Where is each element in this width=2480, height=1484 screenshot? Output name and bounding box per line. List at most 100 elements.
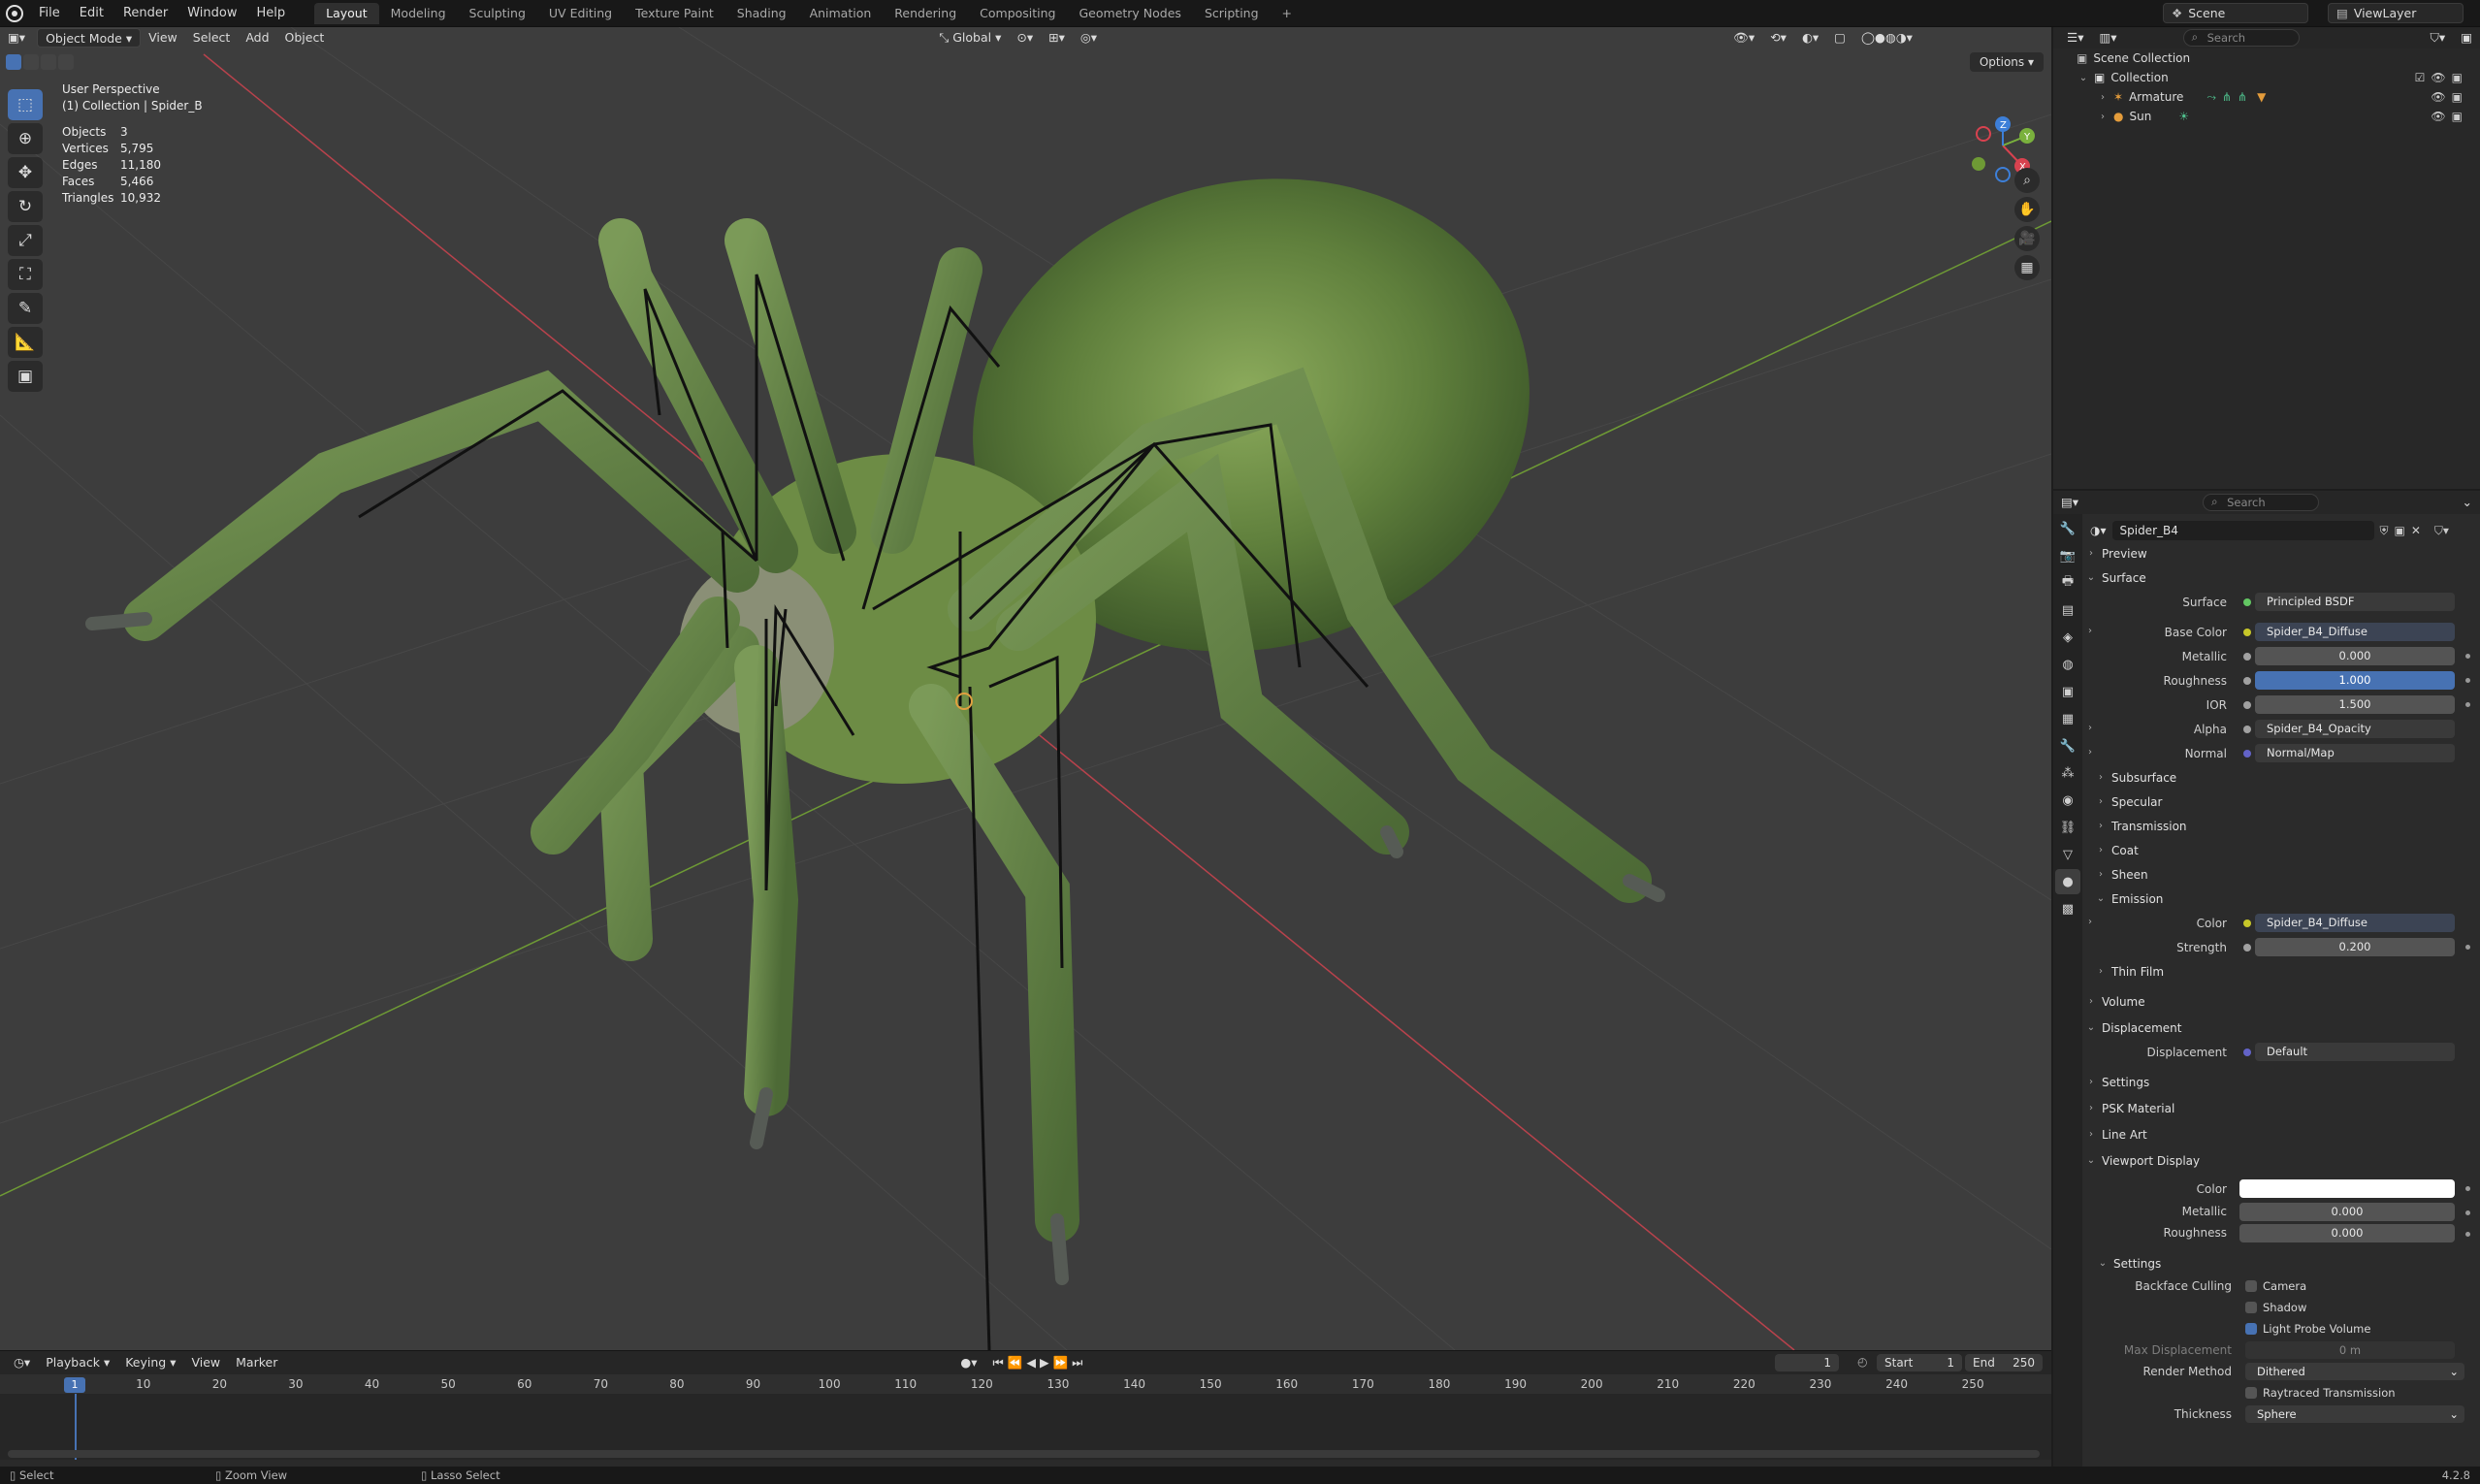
xray-icon[interactable]: ▢ bbox=[1826, 28, 1853, 48]
scene-collection-row[interactable]: ▣ Scene Collection bbox=[2053, 48, 2480, 68]
roughness-slider[interactable]: 1.000 bbox=[2255, 671, 2455, 690]
move-tool-icon[interactable]: ✥ bbox=[8, 157, 43, 188]
playback-controls[interactable]: ⏮⏪◀▶⏩⏭ bbox=[985, 1353, 1095, 1372]
normal-socket-icon[interactable] bbox=[2243, 750, 2251, 758]
vd-metallic-slider[interactable]: 0.000 bbox=[2239, 1202, 2455, 1221]
armature-mesh-icon[interactable]: ▼ bbox=[2257, 90, 2266, 104]
ortho-grid-icon[interactable]: ▦ bbox=[2014, 255, 2040, 280]
timeline-track-area[interactable] bbox=[0, 1394, 2051, 1460]
scene-tab-icon[interactable]: ◈ bbox=[2055, 625, 2080, 650]
tab-shading[interactable]: Shading bbox=[725, 3, 798, 24]
current-frame-field[interactable]: 1 bbox=[1775, 1354, 1839, 1371]
material-filter-icon[interactable]: ⛉▾ bbox=[2434, 524, 2449, 538]
armature-expand-icon[interactable]: › bbox=[2096, 92, 2110, 103]
auto-key-icon[interactable]: ●▾ bbox=[952, 1353, 984, 1372]
vd-color-keyframe-icon[interactable] bbox=[2465, 1186, 2470, 1191]
world-tab-icon[interactable]: ◍ bbox=[2055, 652, 2080, 677]
display-mode-icon[interactable]: ▥▾ bbox=[2091, 28, 2124, 48]
menu-edit[interactable]: Edit bbox=[70, 0, 113, 27]
end-frame-field[interactable]: End 250 bbox=[1965, 1354, 2043, 1371]
vd-metallic-keyframe-icon[interactable] bbox=[2465, 1210, 2470, 1215]
panel-displacement[interactable]: ⌄ Displacement bbox=[2084, 1016, 2480, 1040]
tab-animation[interactable]: Animation bbox=[798, 3, 884, 24]
sun-expand-icon[interactable]: › bbox=[2096, 112, 2110, 122]
output-tab-icon[interactable]: 🖶 bbox=[2055, 570, 2080, 596]
start-frame-field[interactable]: Start 1 bbox=[1877, 1354, 1962, 1371]
proportional-edit-icon[interactable]: ◎▾ bbox=[1073, 28, 1105, 48]
snap-icon[interactable]: ⊞▾ bbox=[1041, 28, 1073, 48]
panel-line-art[interactable]: › Line Art bbox=[2084, 1122, 2480, 1146]
emission-color-socket-icon[interactable] bbox=[2243, 919, 2251, 927]
mode-dropdown[interactable]: Object Mode ▾ bbox=[37, 28, 142, 48]
ior-socket-icon[interactable] bbox=[2243, 701, 2251, 709]
select-subtract-icon[interactable] bbox=[41, 54, 56, 70]
raytraced-transmission-checkbox[interactable]: Raytraced Transmission bbox=[2245, 1386, 2396, 1400]
metallic-socket-icon[interactable] bbox=[2243, 653, 2251, 661]
measure-tool-icon[interactable]: 📐 bbox=[8, 327, 43, 358]
blender-logo-icon[interactable] bbox=[6, 4, 23, 22]
menu-select[interactable]: Select bbox=[185, 28, 239, 48]
alpha-field[interactable]: Spider_B4_Opacity bbox=[2255, 720, 2455, 738]
tab-sculpting[interactable]: Sculpting bbox=[458, 3, 537, 24]
render-tab-icon[interactable]: 📷 bbox=[2055, 543, 2080, 568]
normal-expand-icon[interactable]: › bbox=[2088, 747, 2092, 758]
properties-options-icon[interactable]: ⌄ bbox=[2455, 493, 2480, 512]
data-tab-icon[interactable]: ▽ bbox=[2055, 842, 2080, 867]
tab-modeling[interactable]: Modeling bbox=[379, 3, 458, 24]
panel-volume[interactable]: › Volume bbox=[2084, 989, 2480, 1014]
select-invert-icon[interactable] bbox=[58, 54, 74, 70]
menu-marker[interactable]: Marker bbox=[228, 1353, 285, 1372]
clock-icon[interactable]: ◴ bbox=[1857, 1355, 1867, 1369]
properties-search-input[interactable]: Search bbox=[2203, 494, 2320, 511]
light-probe-checkbox[interactable]: Light Probe Volume bbox=[2245, 1322, 2370, 1336]
timeline-ruler[interactable]: 1 10 20 30 40 50 60 70 80 90 100 110 120 130 140 150 16… bbox=[0, 1374, 2051, 1394]
panel-specular[interactable]: › Specular bbox=[2084, 790, 2480, 814]
editor-type-icon[interactable]: ▣▾ bbox=[0, 28, 33, 48]
tab-scripting[interactable]: Scripting bbox=[1193, 3, 1271, 24]
menu-object[interactable]: Object bbox=[277, 28, 333, 48]
normal-field[interactable]: Normal/Map bbox=[2255, 744, 2455, 762]
camera-view-icon[interactable]: 🎥 bbox=[2014, 226, 2040, 251]
emission-strength-keyframe-icon[interactable] bbox=[2465, 945, 2470, 950]
base-color-field[interactable]: Spider_B4_Diffuse bbox=[2255, 623, 2455, 641]
sun-data-icon[interactable]: ☀ bbox=[2178, 110, 2189, 123]
visibility-icon[interactable]: 👁▾ bbox=[1725, 28, 1762, 48]
add-workspace-button[interactable]: + bbox=[1271, 3, 1304, 24]
options-dropdown[interactable]: Options ▾ bbox=[1969, 52, 2044, 72]
panel-transmission[interactable]: › Transmission bbox=[2084, 814, 2480, 838]
view-layer-selector[interactable]: ▤ ViewLayer bbox=[2328, 3, 2464, 23]
emission-strength-socket-icon[interactable] bbox=[2243, 944, 2251, 952]
surface-shader-field[interactable]: Principled BSDF bbox=[2255, 593, 2455, 611]
tab-texture-paint[interactable]: Texture Paint bbox=[624, 3, 725, 24]
timeline-editor-type-icon[interactable]: ◷▾ bbox=[6, 1353, 38, 1372]
panel-surface[interactable]: ⌄ Surface bbox=[2084, 565, 2480, 590]
cursor-tool-icon[interactable]: ⊕ bbox=[8, 123, 43, 154]
menu-timeline-view[interactable]: View bbox=[183, 1353, 228, 1372]
surface-socket-icon[interactable] bbox=[2243, 598, 2251, 606]
select-box-tool-icon[interactable]: ⬚ bbox=[8, 89, 43, 120]
displacement-field[interactable]: Default bbox=[2255, 1043, 2455, 1061]
menu-playback[interactable]: Playback ▾ bbox=[38, 1353, 117, 1372]
panel-preview[interactable]: › Preview bbox=[2084, 541, 2480, 565]
collection-row[interactable]: ⌄ ▣ Collection ☑👁▣ bbox=[2053, 68, 2480, 87]
constraints-tab-icon[interactable]: ⛓ bbox=[2055, 815, 2080, 840]
collection-tab-icon[interactable]: ▣ bbox=[2055, 679, 2080, 704]
alpha-socket-icon[interactable] bbox=[2243, 726, 2251, 733]
render-method-dropdown[interactable]: Dithered ⌄ bbox=[2245, 1363, 2464, 1380]
gizmo-toggle-icon[interactable]: ⟲▾ bbox=[1762, 28, 1794, 48]
tab-compositing[interactable]: Compositing bbox=[968, 3, 1067, 24]
armature-visibility-icons[interactable]: 👁▣ bbox=[2431, 90, 2468, 104]
select-extend-icon[interactable] bbox=[23, 54, 39, 70]
roughness-socket-icon[interactable] bbox=[2243, 677, 2251, 685]
menu-render[interactable]: Render bbox=[113, 0, 177, 27]
sun-visibility-icons[interactable]: 👁▣ bbox=[2431, 110, 2468, 123]
tool-tab-icon[interactable]: 🔧 bbox=[2055, 516, 2080, 541]
tab-rendering[interactable]: Rendering bbox=[883, 3, 968, 24]
metallic-keyframe-icon[interactable] bbox=[2465, 654, 2470, 659]
current-frame-indicator[interactable]: 1 bbox=[64, 1377, 85, 1393]
transform-tool-icon[interactable]: ⛶ bbox=[8, 259, 43, 290]
modifier-tab-icon[interactable]: 🔧 bbox=[2055, 733, 2080, 758]
menu-view[interactable]: View bbox=[141, 28, 185, 48]
menu-add[interactable]: Add bbox=[238, 28, 276, 48]
menu-window[interactable]: Window bbox=[177, 0, 246, 27]
